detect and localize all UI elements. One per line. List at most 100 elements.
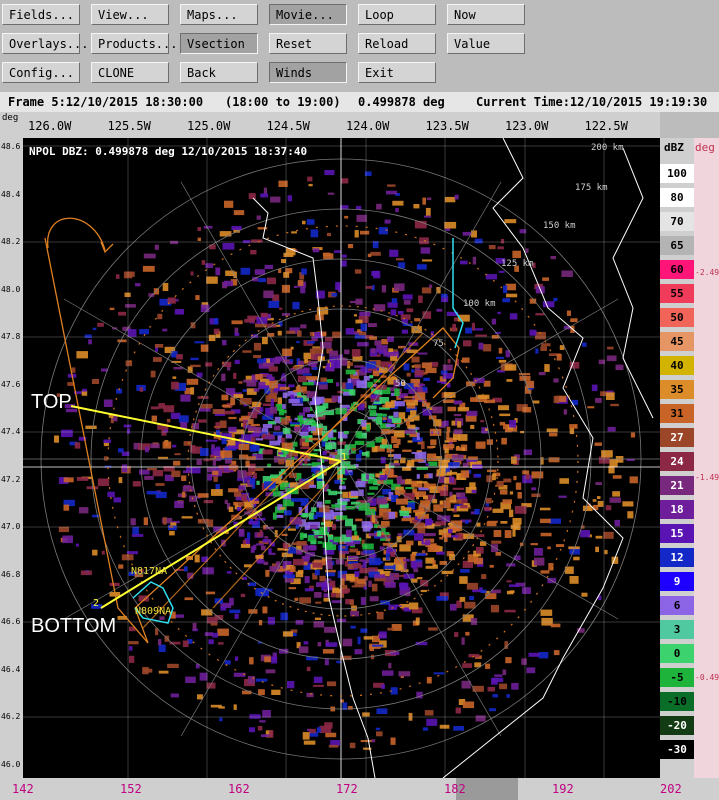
radar-echo-cell: [171, 470, 181, 478]
radar-echo-cell: [223, 280, 233, 287]
radar-echo-cell: [190, 271, 194, 276]
bottom-tick-label: 142: [12, 782, 34, 796]
toolbar-button-exit[interactable]: Exit: [358, 62, 436, 83]
radar-echo-cell: [417, 352, 428, 355]
range-ring-label: 100 km: [463, 299, 496, 309]
radar-echo-cell: [363, 636, 374, 640]
radar-echo-cell: [414, 318, 421, 322]
radar-echo-cell: [540, 346, 547, 351]
toolbar-button-back[interactable]: Back: [180, 62, 258, 83]
radar-echo-cell: [265, 569, 270, 577]
radar-echo-cell: [267, 617, 275, 625]
radar-echo-cell: [423, 495, 428, 500]
radar-echo-cell: [366, 424, 370, 432]
toolbar-button-products[interactable]: Products...: [91, 33, 177, 54]
radar-echo-cell: [263, 290, 274, 299]
radar-echo-cell: [360, 597, 366, 605]
radar-echo-cell: [368, 580, 372, 588]
radar-echo-cell: [228, 506, 234, 512]
toolbar-button-fields[interactable]: Fields...: [2, 4, 80, 25]
toolbar-button-maps[interactable]: Maps...: [180, 4, 258, 25]
radar-echo-cell: [506, 580, 512, 583]
colorbar-swatch: -10: [660, 692, 694, 711]
toolbar-button-winds[interactable]: Winds: [269, 62, 347, 83]
radar-echo-cell: [82, 388, 87, 392]
radar-echo-cell: [326, 556, 332, 562]
radar-echo-cell: [319, 575, 326, 582]
radar-echo-cell: [389, 249, 399, 257]
radar-echo-cell: [233, 372, 237, 379]
toolbar-button-config[interactable]: Config...: [2, 62, 80, 83]
radar-echo-cell: [498, 405, 509, 411]
radar-echo-cell: [511, 456, 517, 464]
radar-echo-cell: [299, 597, 311, 604]
radar-echo-cell: [273, 432, 284, 436]
radar-echo-cell: [544, 364, 550, 372]
radar-echo-cell: [432, 499, 438, 504]
toolbar-button-value[interactable]: Value: [447, 33, 525, 54]
radar-echo-cell: [293, 558, 304, 566]
radar-echo-cell: [253, 388, 260, 392]
radar-echo-cell: [582, 342, 587, 347]
radar-echo-cell: [218, 642, 224, 645]
radar-echo-cell: [279, 409, 287, 414]
radar-echo-cell: [409, 602, 419, 610]
toolbar-button-overlays[interactable]: Overlays...: [2, 33, 88, 54]
radar-echo-cell: [446, 508, 455, 511]
radar-echo-cell: [333, 536, 342, 543]
radar-echo-cell: [256, 317, 268, 324]
radar-echo-cell: [357, 578, 366, 584]
radar-echo-cell: [303, 740, 316, 745]
toolbar-button-now[interactable]: Now: [447, 4, 525, 25]
radar-echo-cell: [385, 553, 390, 561]
radar-echo-cell: [443, 420, 449, 427]
radar-echo-cell: [74, 442, 81, 449]
radar-echo-cell: [535, 348, 539, 354]
radar-echo-cell: [183, 566, 188, 572]
radar-echo-cell: [228, 426, 237, 433]
radar-echo-cell: [212, 470, 219, 476]
radar-echo-cell: [416, 264, 427, 270]
radar-echo-cell: [314, 592, 322, 598]
radar-echo-cell: [460, 260, 468, 265]
radar-echo-cell: [325, 732, 337, 738]
toolbar-button-loop[interactable]: Loop: [358, 4, 436, 25]
radar-echo-cell: [329, 350, 338, 357]
radar-echo-cell: [322, 542, 333, 548]
toolbar-button-vsection[interactable]: Vsection: [180, 33, 258, 54]
colorbar-swatch: 6: [660, 596, 694, 615]
radar-echo-cell: [238, 381, 243, 384]
radar-echo-cell: [439, 490, 449, 497]
toolbar-button-movie[interactable]: Movie...: [269, 4, 347, 25]
radar-echo-cell: [144, 475, 154, 480]
radar-echo-cell: [439, 500, 443, 505]
toolbar-button-clone[interactable]: CLONE: [91, 62, 169, 83]
radar-echo-cell: [420, 589, 427, 593]
toolbar-button-reload[interactable]: Reload: [358, 33, 436, 54]
radar-echo-cell: [91, 379, 99, 384]
radar-echo-cell: [290, 482, 298, 488]
radar-echo-cell: [88, 339, 92, 345]
range-ring-label: 200 km: [591, 143, 624, 153]
radar-echo-cell: [233, 672, 246, 677]
radar-echo-cell: [92, 327, 97, 331]
radar-echo-cell: [293, 285, 298, 288]
radar-plot[interactable]: 200 km 175 km 150 km 125 km 100 km 75 50 NPOL D…: [23, 138, 660, 778]
toolbar-button-reset[interactable]: Reset: [269, 33, 347, 54]
radar-echo-cell: [388, 662, 392, 669]
radar-echo-cell: [377, 530, 382, 537]
toolbar-button-view[interactable]: View...: [91, 4, 169, 25]
radar-echo-cell: [349, 599, 354, 605]
radar-echo-cell: [428, 627, 438, 631]
radar-echo-cell: [172, 444, 177, 448]
latitude-axis: 48.6 48.4 48.2 48.0 47.8 47.6 47.4 47.2 47.0 46.8…: [0, 138, 23, 778]
radar-echo-cell: [150, 443, 160, 449]
radar-echo-cell: [158, 644, 166, 652]
radar-svg[interactable]: 200 km 175 km 150 km 125 km 100 km 75 50 NPOL D…: [23, 138, 660, 778]
radar-echo-cell: [127, 428, 131, 434]
radar-echo-cell: [306, 692, 314, 698]
radar-echo-cell: [535, 313, 545, 316]
radar-echo-cell: [185, 676, 196, 683]
radar-echo-cell: [459, 576, 468, 584]
radar-echo-cell: [393, 453, 401, 460]
